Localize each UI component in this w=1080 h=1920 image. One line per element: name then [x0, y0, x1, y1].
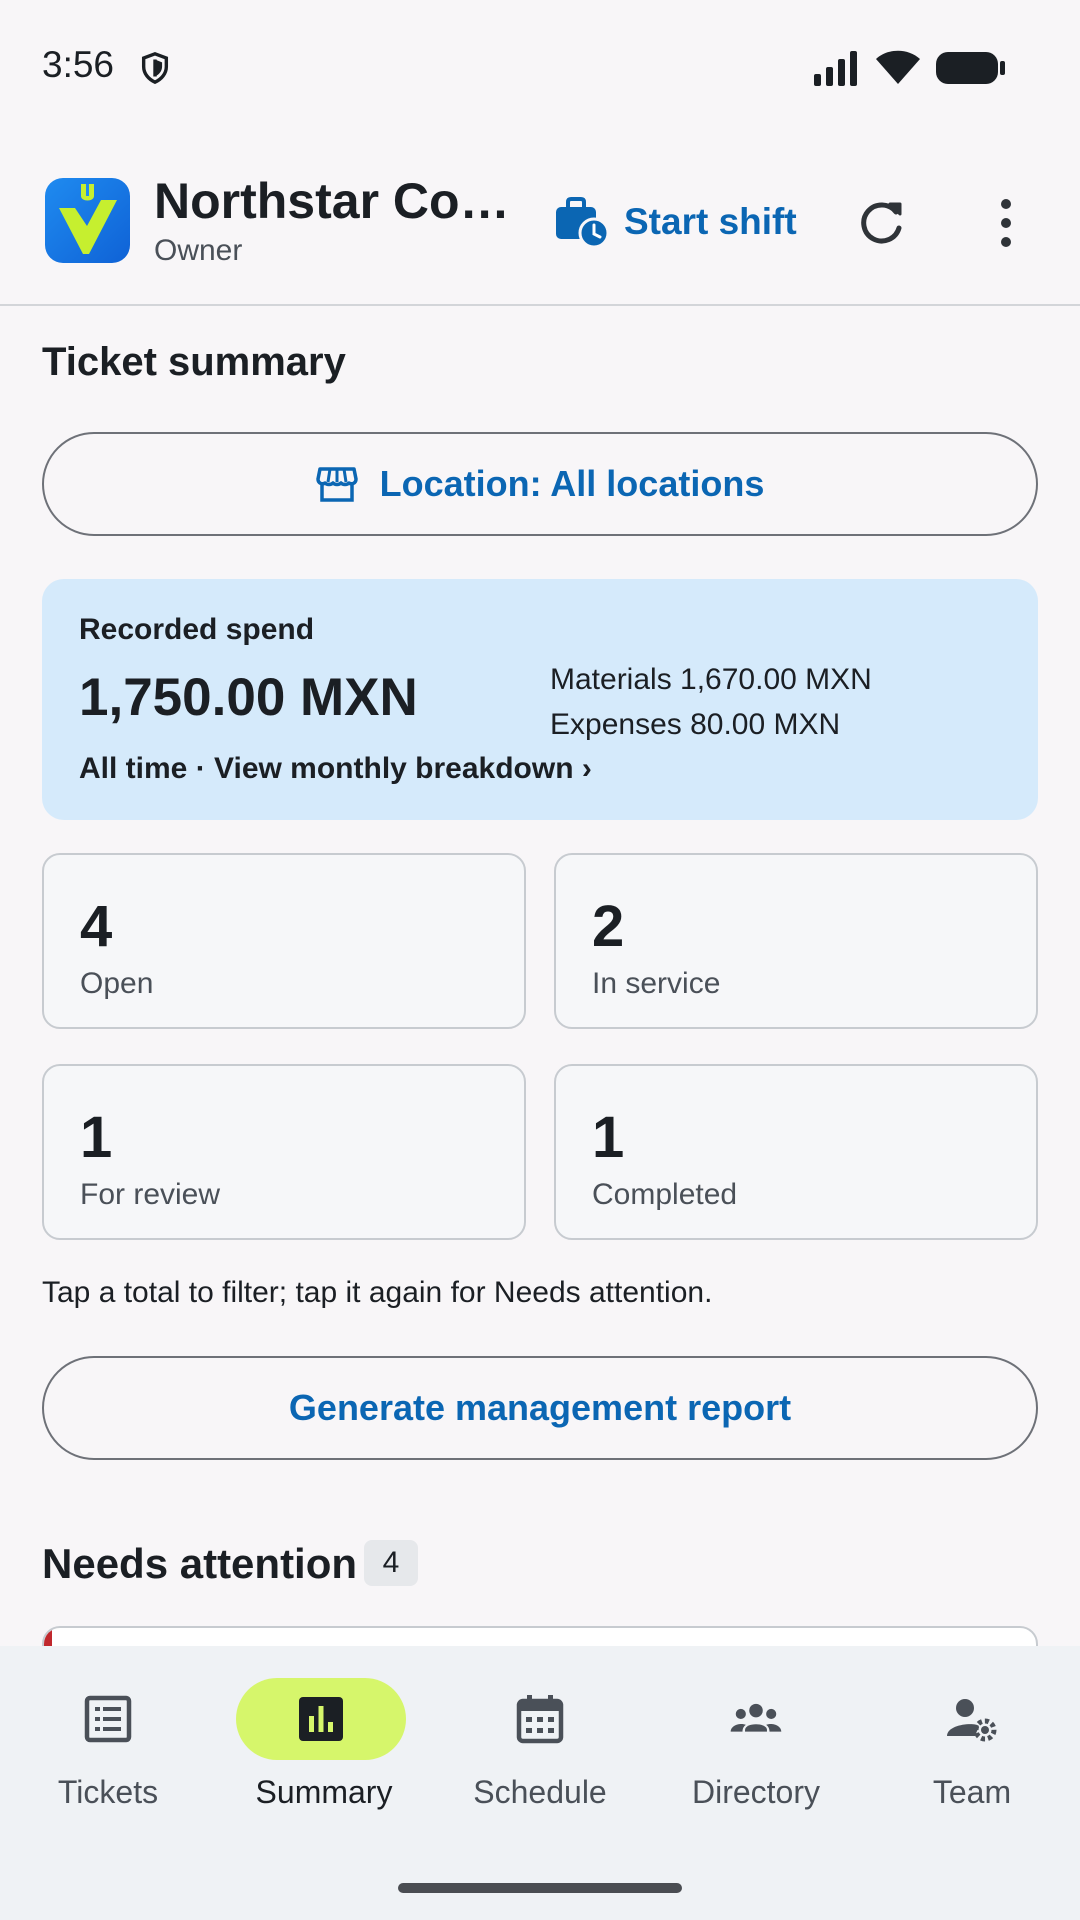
- status-bar: 3:56: [0, 0, 1080, 134]
- needs-attention-title: Needs attention: [42, 1540, 358, 1587]
- wifi-icon: [876, 50, 920, 84]
- app-subtitle: Owner: [154, 234, 243, 267]
- nav-item-schedule[interactable]: Schedule: [432, 1646, 648, 1836]
- tickets-icon: [84, 1695, 132, 1743]
- stat-count: 4: [80, 894, 113, 959]
- app-root: 3:56 Northstar Co… Owner Start shift Tic…: [0, 0, 1080, 1920]
- recorded-spend-card: Recorded spend 1,750.00 MXN Materials 1,…: [42, 579, 1038, 820]
- location-filter-label: Location: All locations: [379, 463, 765, 504]
- nav-label: Directory: [691, 1774, 820, 1810]
- spend-breakdown: Materials 1,670.00 MXN Expenses 80.00 MX…: [550, 657, 872, 747]
- person-gear-icon: [947, 1699, 997, 1742]
- nav-pill: [908, 1678, 1036, 1760]
- nav-pill: [44, 1678, 172, 1760]
- stat-label: In service: [592, 967, 721, 1000]
- nav-pill: [692, 1678, 820, 1760]
- more-vert-icon[interactable]: [988, 196, 1024, 250]
- nav-label: Tickets: [57, 1774, 159, 1810]
- location-filter-button[interactable]: Location: All locations: [42, 432, 1038, 536]
- generate-report-button[interactable]: Generate management report: [42, 1356, 1038, 1460]
- start-shift-button[interactable]: Start shift: [552, 192, 797, 252]
- nav-label: Summary: [255, 1774, 393, 1810]
- refresh-icon[interactable]: [854, 196, 908, 250]
- generate-report-label: Generate management report: [288, 1387, 792, 1428]
- briefcase-clock-icon: [556, 197, 610, 249]
- stat-label: Open: [80, 967, 154, 1000]
- spend-materials: Materials 1,670.00 MXN: [550, 663, 872, 696]
- needs-attention-count-badge: 4: [364, 1540, 418, 1586]
- stat-tile-open[interactable]: 4 Open: [42, 853, 526, 1029]
- spend-total: 1,750.00 MXN: [79, 668, 418, 727]
- stat-label: For review: [80, 1178, 221, 1211]
- nav-pill-active: [236, 1678, 406, 1760]
- signal-icon: [814, 51, 857, 86]
- shield-icon: [141, 52, 169, 85]
- stat-count: 1: [80, 1105, 113, 1170]
- app-title: Northstar Co…: [154, 173, 510, 229]
- nav-pill: [476, 1678, 604, 1760]
- nav-label: Team: [932, 1774, 1012, 1810]
- bar-chart-icon: [299, 1697, 343, 1741]
- bottom-navigation: Tickets Summary Schedule Directory Team: [0, 1646, 1080, 1920]
- nav-label: Schedule: [473, 1774, 607, 1810]
- status-time: 3:56: [42, 44, 115, 85]
- spend-expenses: Expenses 80.00 MXN: [550, 708, 841, 741]
- start-shift-label: Start shift: [624, 201, 797, 242]
- battery-icon: [936, 52, 1005, 84]
- filter-hint: Tap a total to filter; tap it again for …: [42, 1276, 713, 1309]
- monthly-breakdown-link[interactable]: All time · View monthly breakdown ›: [79, 752, 592, 786]
- nav-item-team[interactable]: Team: [864, 1646, 1080, 1836]
- app-bar: Northstar Co… Owner Start shift: [0, 134, 1080, 306]
- nav-item-directory[interactable]: Directory: [648, 1646, 864, 1836]
- storefront-icon: [315, 467, 358, 502]
- stat-count: 1: [592, 1105, 625, 1170]
- home-indicator[interactable]: [398, 1883, 682, 1893]
- section-title: Ticket summary: [42, 340, 346, 384]
- stat-tile-in-service[interactable]: 2 In service: [554, 853, 1038, 1029]
- stat-tile-for-review[interactable]: 1 For review: [42, 1064, 526, 1240]
- nav-item-tickets[interactable]: Tickets: [0, 1646, 216, 1836]
- stat-label: Completed: [592, 1178, 738, 1211]
- people-icon: [730, 1703, 782, 1732]
- nav-item-summary[interactable]: Summary: [216, 1646, 432, 1836]
- app-logo: [45, 178, 130, 263]
- spend-label: Recorded spend: [79, 613, 315, 646]
- calendar-icon: [516, 1695, 564, 1744]
- stat-count: 2: [592, 894, 625, 959]
- stat-tile-completed[interactable]: 1 Completed: [554, 1064, 1038, 1240]
